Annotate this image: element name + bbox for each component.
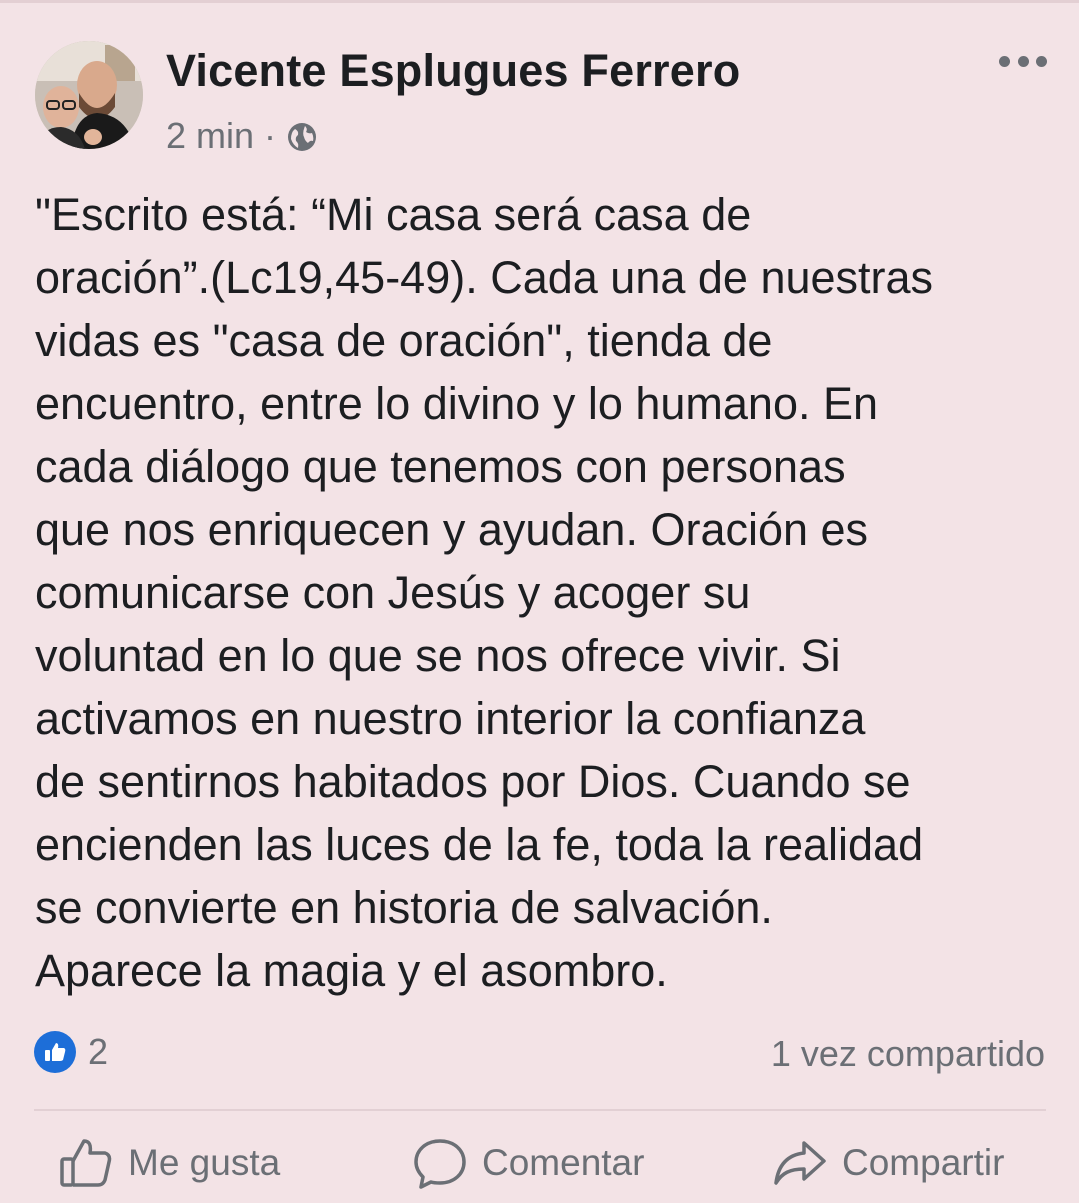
post-body-line: de sentirnos habitados por Dios. Cuando … xyxy=(35,756,911,807)
post-time[interactable]: 2 min xyxy=(166,115,254,157)
post-body-line: oración”.(Lc19,45-49). Cada una de nuest… xyxy=(35,252,934,303)
like-reaction-icon xyxy=(34,1031,76,1073)
post-body-line: activamos en nuestro interior la confian… xyxy=(35,693,866,744)
facebook-post: Vicente Esplugues Ferrero 2 min · "Escri… xyxy=(0,0,1079,1200)
share-label: Compartir xyxy=(842,1142,1005,1183)
post-body-line: se convierte en historia de salvación. xyxy=(35,882,773,933)
like-button[interactable]: Me gusta xyxy=(58,1135,280,1191)
post-body-line: que nos enriquecen y ayudan. Oración es xyxy=(35,504,869,555)
avatar-photo xyxy=(35,41,143,149)
reactions-summary[interactable]: 2 xyxy=(34,1031,108,1073)
post-body-line: "Escrito está: “Mi casa será casa de xyxy=(35,189,752,240)
post-meta: 2 min · xyxy=(166,115,318,157)
globe-icon xyxy=(286,120,318,152)
post-body: "Escrito está: “Mi casa será casa de ora… xyxy=(35,183,1055,1002)
post-body-line: encienden las luces de la fe, toda la re… xyxy=(35,819,924,870)
comment-button[interactable]: Comentar xyxy=(412,1135,644,1191)
post-body-line: comunicarse con Jesús y acoger su xyxy=(35,567,751,618)
comment-icon xyxy=(414,1139,466,1189)
author-name[interactable]: Vicente Esplugues Ferrero xyxy=(166,45,740,97)
post-body-line: encuentro, entre lo divino y lo humano. … xyxy=(35,378,879,429)
avatar[interactable] xyxy=(35,41,143,149)
share-icon xyxy=(774,1141,826,1185)
action-bar: Me gusta Comentar Compartir xyxy=(0,1135,1079,1203)
post-body-line: cada diálogo que tenemos con personas xyxy=(35,441,846,492)
thumbs-up-icon xyxy=(60,1139,112,1187)
more-options-icon[interactable] xyxy=(999,49,1047,73)
comment-label: Comentar xyxy=(482,1142,645,1183)
reaction-count: 2 xyxy=(88,1031,109,1072)
post-body-line: voluntad en lo que se nos ofrece vivir. … xyxy=(35,630,841,681)
meta-separator: · xyxy=(264,115,277,156)
post-body-line: Aparece la magia y el asombro. xyxy=(35,945,668,996)
divider xyxy=(34,1109,1046,1111)
like-label: Me gusta xyxy=(128,1142,281,1183)
share-button[interactable]: Compartir xyxy=(772,1135,1004,1191)
share-count[interactable]: 1 vez compartido xyxy=(771,1033,1045,1075)
post-body-line: vidas es "casa de oración", tienda de xyxy=(35,315,773,366)
